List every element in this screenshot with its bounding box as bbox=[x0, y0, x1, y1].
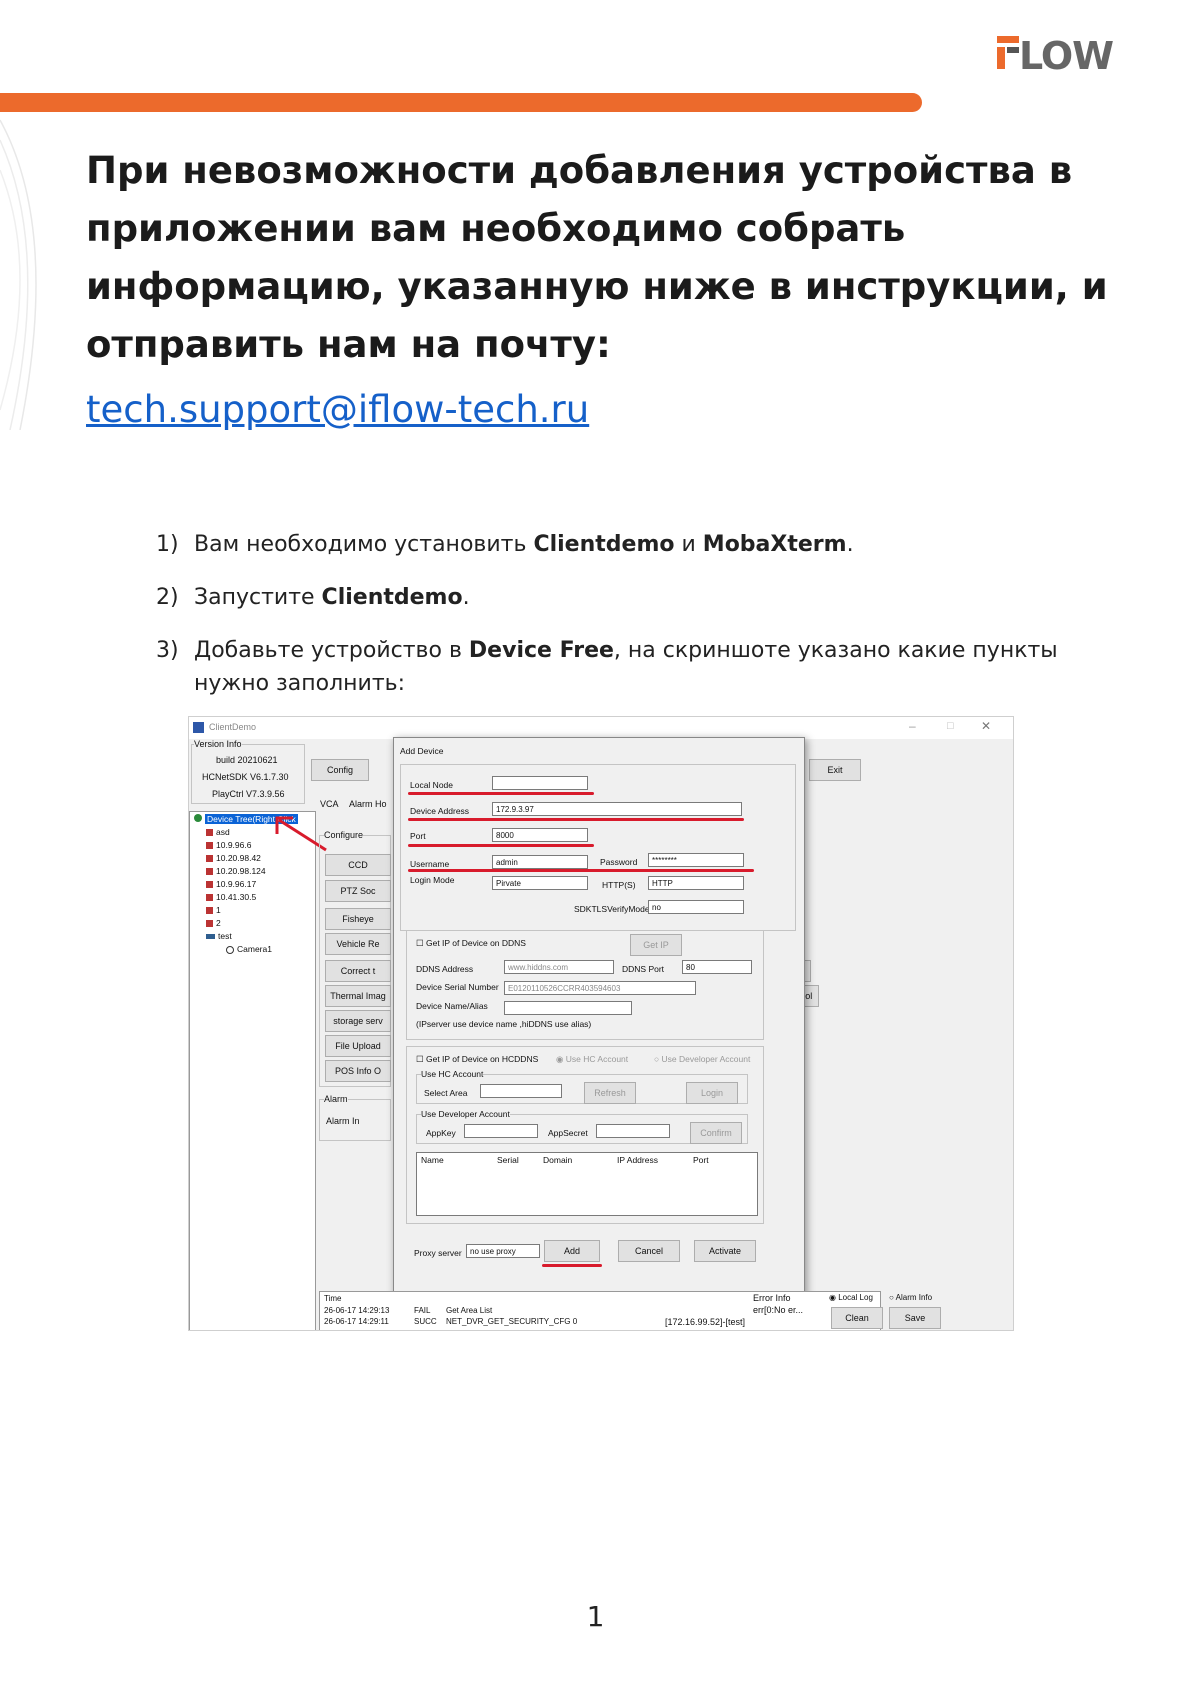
header-accent-bar bbox=[0, 93, 922, 112]
red-underline bbox=[542, 1264, 602, 1267]
device-offline-icon bbox=[206, 829, 213, 837]
tree-item[interactable]: 10.9.96.6 bbox=[206, 840, 251, 850]
correct-button[interactable]: Correct t bbox=[325, 960, 391, 982]
red-underline bbox=[408, 792, 594, 795]
device-offline-icon bbox=[206, 881, 213, 889]
tree-camera-item[interactable]: Camera1 bbox=[226, 944, 272, 954]
device-offline-icon bbox=[206, 842, 213, 850]
hcddns-checkbox[interactable]: ☐ Get IP of Device on HCDDNS bbox=[416, 1054, 538, 1065]
title-bar: ClientDemo – □ ✕ bbox=[189, 717, 1013, 739]
tree-item[interactable]: 1 bbox=[206, 905, 221, 915]
clientdemo-screenshot: ClientDemo – □ ✕ Version Info build 2021… bbox=[188, 716, 1014, 1331]
tree-item[interactable]: 10.9.96.17 bbox=[206, 879, 256, 889]
local-log-radio[interactable]: ◉ Local Log bbox=[829, 1293, 873, 1302]
step-number: 3) bbox=[156, 638, 179, 663]
tab-vca[interactable]: VCA bbox=[320, 799, 339, 809]
tree-item[interactable]: asd bbox=[206, 827, 230, 837]
add-button[interactable]: Add bbox=[544, 1240, 600, 1262]
file-upload-button[interactable]: File Upload bbox=[325, 1035, 391, 1057]
tree-item[interactable]: test bbox=[206, 931, 232, 941]
config-button[interactable]: Config bbox=[311, 759, 369, 781]
ddns-checkbox[interactable]: ☐ Get IP of Device on DDNS bbox=[416, 938, 526, 949]
fisheye-button[interactable]: Fisheye bbox=[325, 908, 391, 930]
globe-icon bbox=[194, 814, 202, 822]
step-number: 2) bbox=[156, 585, 179, 610]
thermal-button[interactable]: Thermal Imag bbox=[325, 985, 391, 1007]
alarm-group: Alarm Alarm In bbox=[319, 1094, 391, 1141]
login-button[interactable]: Login bbox=[686, 1082, 738, 1104]
red-underline bbox=[408, 869, 754, 872]
red-underline bbox=[408, 818, 744, 821]
ddns-port-field[interactable]: 80 bbox=[682, 960, 752, 974]
device-offline-icon bbox=[206, 868, 213, 876]
page-number: 1 bbox=[586, 1600, 605, 1633]
device-alias-field[interactable] bbox=[504, 1001, 632, 1015]
support-email-link[interactable]: tech.support@iflow-tech.ru bbox=[86, 388, 589, 431]
maximize-icon[interactable]: □ bbox=[947, 720, 954, 732]
local-node-field[interactable] bbox=[492, 776, 588, 790]
device-online-icon bbox=[206, 934, 215, 940]
step-item: 2) Запустите Clientdemo. bbox=[156, 581, 1086, 614]
device-offline-icon bbox=[206, 894, 213, 902]
appkey-field[interactable] bbox=[464, 1124, 538, 1138]
camera-icon bbox=[226, 945, 234, 954]
exit-button[interactable]: Exit bbox=[809, 759, 861, 781]
decorative-curves bbox=[0, 119, 37, 430]
get-ip-button[interactable]: Get IP bbox=[630, 934, 682, 956]
alarm-info-radio[interactable]: ○ Alarm Info bbox=[889, 1293, 932, 1302]
http-select[interactable]: HTTP bbox=[648, 876, 744, 890]
pos-info-button[interactable]: POS Info O bbox=[325, 1060, 391, 1082]
ddns-address-field[interactable]: www.hiddns.com bbox=[504, 960, 614, 974]
tree-item[interactable]: 2 bbox=[206, 918, 221, 928]
refresh-button[interactable]: Refresh bbox=[584, 1082, 636, 1104]
window-title: ClientDemo bbox=[209, 722, 257, 732]
version-info-group: Version Info build 20210621 HCNetSDK V6.… bbox=[191, 739, 305, 804]
activate-button[interactable]: Activate bbox=[694, 1240, 756, 1262]
confirm-button[interactable]: Confirm bbox=[690, 1122, 742, 1144]
save-button[interactable]: Save bbox=[889, 1307, 941, 1329]
page-heading: При невозможности добавления устройства … bbox=[86, 149, 1108, 366]
step-item: 3) Добавьте устройство в Device Free, на … bbox=[156, 634, 1086, 700]
step-number: 1) bbox=[156, 532, 179, 557]
device-tree: Device Tree(Right Click asd 10.9.96.6 10… bbox=[189, 811, 316, 1330]
ptz-button[interactable]: PTZ Soc bbox=[325, 880, 391, 902]
device-list-table: Name Serial Domain IP Address Port bbox=[416, 1152, 758, 1216]
step-item: 1) Вам необходимо установить Clientdemo и… bbox=[156, 528, 1086, 561]
svg-text:LOW: LOW bbox=[1019, 34, 1113, 74]
tab-alarm[interactable]: Alarm Ho bbox=[349, 799, 387, 809]
minimize-icon[interactable]: – bbox=[909, 719, 916, 733]
device-offline-icon bbox=[206, 920, 213, 928]
iflow-logo: LOW bbox=[997, 34, 1114, 74]
proxy-select[interactable]: no use proxy bbox=[466, 1244, 540, 1258]
appsecret-field[interactable] bbox=[596, 1124, 670, 1138]
close-icon[interactable]: ✕ bbox=[981, 719, 991, 733]
password-field[interactable]: ******** bbox=[648, 853, 744, 867]
hc-account-radio[interactable]: ◉ Use HC Account bbox=[556, 1054, 628, 1065]
device-address-field[interactable]: 172.9.3.97 bbox=[492, 802, 742, 816]
red-underline bbox=[408, 844, 594, 847]
username-field[interactable]: admin bbox=[492, 855, 588, 869]
serial-number-field[interactable]: E0120110526CCRR403594603 bbox=[504, 981, 696, 995]
add-device-dialog: Add Device Local Node Device Address 172… bbox=[393, 737, 805, 1303]
dialog-title: Add Device bbox=[400, 746, 444, 756]
vehicle-button[interactable]: Vehicle Re bbox=[325, 933, 391, 955]
tree-item[interactable]: 10.20.98.124 bbox=[206, 866, 266, 876]
device-offline-icon bbox=[206, 907, 213, 915]
storage-button[interactable]: storage serv bbox=[325, 1010, 391, 1032]
tree-item[interactable]: 10.20.98.42 bbox=[206, 853, 261, 863]
port-field[interactable]: 8000 bbox=[492, 828, 588, 842]
device-offline-icon bbox=[206, 855, 213, 863]
sdktls-select[interactable]: no bbox=[648, 900, 744, 914]
developer-account-radio[interactable]: ○ Use Developer Account bbox=[654, 1054, 750, 1064]
instruction-steps: 1) Вам необходимо установить Clientdemo и… bbox=[156, 528, 1086, 720]
tree-item[interactable]: 10.41.30.5 bbox=[206, 892, 256, 902]
app-icon bbox=[193, 722, 204, 733]
login-mode-select[interactable]: Pirvate bbox=[492, 876, 588, 890]
cancel-button[interactable]: Cancel bbox=[618, 1240, 680, 1262]
ccd-button[interactable]: CCD bbox=[325, 854, 391, 876]
select-area-dropdown[interactable] bbox=[480, 1084, 562, 1098]
clean-button[interactable]: Clean bbox=[831, 1307, 883, 1329]
